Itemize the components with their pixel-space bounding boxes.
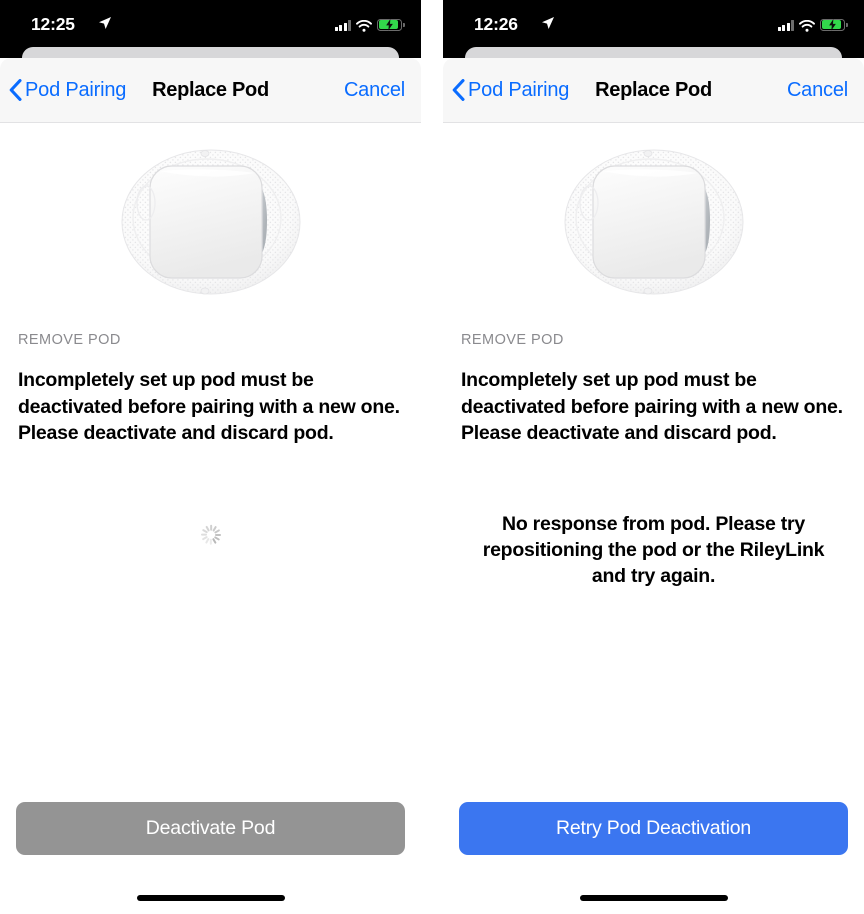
cancel-button[interactable]: Cancel <box>787 58 848 122</box>
phone-screen-left: 12:25 Pod Pairing Replace Pod Cancel REM… <box>0 0 421 914</box>
insulin-pod-image <box>121 149 300 295</box>
deactivate-pod-button-label: Deactivate Pod <box>145 817 276 839</box>
retry-pod-deactivation-button-label: Retry Pod Deactivation <box>555 817 752 839</box>
home-indicator <box>136 895 285 901</box>
chevron-left-icon <box>9 79 22 101</box>
status-time: 12:26 <box>474 14 518 34</box>
chevron-left-icon <box>452 79 465 101</box>
back-button-label: Pod Pairing <box>25 78 127 101</box>
navigation-bar: Pod Pairing Replace Pod Cancel <box>0 58 421 123</box>
replace-pod-sheet: Pod Pairing Replace Pod Cancel REMOVE PO… <box>443 58 864 914</box>
activity-indicator <box>200 523 222 549</box>
wifi-icon <box>799 19 815 32</box>
back-button[interactable]: Pod Pairing <box>452 58 569 122</box>
battery-charging-icon <box>820 18 848 31</box>
instruction-text: Incompletely set up pod must be deactiva… <box>18 369 400 444</box>
section-header-remove-pod: REMOVE POD <box>461 332 564 348</box>
cellular-bars-icon <box>334 20 351 31</box>
navigation-bar: Pod Pairing Replace Pod Cancel <box>443 58 864 123</box>
activity-indicator-row <box>0 483 421 593</box>
back-button-label: Pod Pairing <box>468 78 570 101</box>
replace-pod-sheet: Pod Pairing Replace Pod Cancel REMOVE PO… <box>0 58 421 914</box>
retry-pod-deactivation-button[interactable]: Retry Pod Deactivation <box>459 802 848 855</box>
status-time: 12:25 <box>31 14 75 34</box>
location-arrow-icon <box>541 16 555 30</box>
pod-image-container <box>443 123 864 309</box>
battery-charging-icon <box>377 18 405 31</box>
phone-screen-right: 12:26 Pod Pairing Replace Pod Cancel REM… <box>443 0 864 914</box>
wifi-icon <box>356 19 372 32</box>
screenshot-stage: 12:25 Pod Pairing Replace Pod Cancel REM… <box>0 0 864 914</box>
sheet-body: REMOVE POD Incompletely set up pod must … <box>443 123 864 914</box>
cancel-button[interactable]: Cancel <box>344 58 405 122</box>
home-indicator <box>579 895 728 901</box>
back-button[interactable]: Pod Pairing <box>9 58 126 122</box>
section-header-remove-pod: REMOVE POD <box>18 332 121 348</box>
instruction-text: Incompletely set up pod must be deactiva… <box>461 369 843 444</box>
location-arrow-icon <box>98 16 112 30</box>
deactivate-pod-button[interactable]: Deactivate Pod <box>16 802 405 855</box>
cellular-bars-icon <box>777 20 794 31</box>
error-message: No response from pod. Please try reposit… <box>482 512 825 587</box>
insulin-pod-image <box>564 149 743 295</box>
status-indicators <box>334 15 405 32</box>
pod-image-container <box>0 123 421 309</box>
sheet-body: REMOVE POD Incompletely set up pod must … <box>0 123 421 914</box>
status-indicators <box>777 15 848 32</box>
